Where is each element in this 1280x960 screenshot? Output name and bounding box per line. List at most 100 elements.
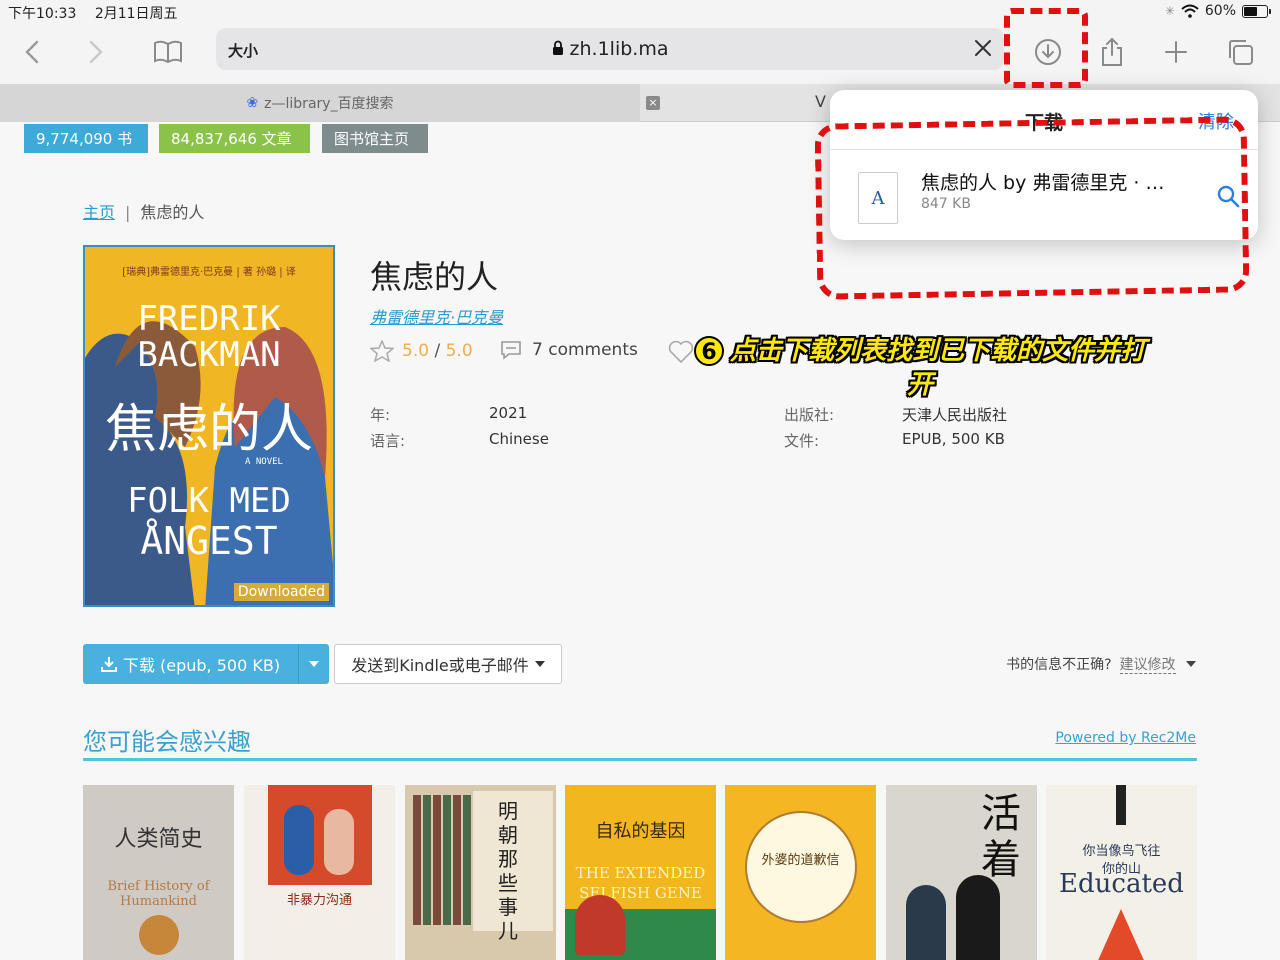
detail-file-label: 文件:: [784, 432, 820, 450]
cover-line2: BACKMAN: [137, 335, 281, 375]
rating-sep: /: [434, 341, 441, 361]
detail-year: 2021: [489, 404, 528, 422]
rec-book-4[interactable]: 自私的基因 THE EXTENDED SELFISH GENE: [565, 785, 716, 960]
book-cover[interactable]: [瑞典]弗雷德里克·巴克曼 | 著 孙璐 | 译 FREDRIK BACKMAN…: [83, 245, 335, 607]
breadcrumb-current: 焦虑的人: [140, 203, 205, 222]
star-icon[interactable]: [370, 340, 394, 362]
tutorial-annotation: 6 点击下载列表找到已下载的文件并打开: [690, 334, 1150, 402]
caret-down-icon: [309, 661, 319, 667]
caret-down-icon[interactable]: [1186, 661, 1196, 667]
lock-icon: [552, 40, 563, 55]
breadcrumb: 主页 | 焦虑的人: [83, 199, 204, 223]
new-tab-icon[interactable]: [1154, 32, 1198, 72]
rec-book-art: [1116, 785, 1126, 825]
rec-book-title: 自私的基因: [595, 821, 686, 842]
cover-top-line: [瑞典]弗雷德里克·巴克曼 | 著 孙璐 | 译: [122, 267, 296, 278]
download-icon: [100, 657, 117, 672]
stat-articles[interactable]: 84,837,646 文章: [159, 124, 310, 153]
rec-book-art: [956, 875, 1000, 960]
rec-book-title: 人类简史: [114, 827, 203, 852]
stat-books[interactable]: 9,774,090 书: [24, 124, 148, 153]
tab-close-button[interactable]: ×: [646, 96, 660, 110]
cover-line4: ÅNGEST: [140, 519, 278, 563]
rec-book-1[interactable]: 人类简史 Brief History of Humankind: [83, 785, 234, 960]
rec-book-6[interactable]: 活着: [886, 785, 1037, 960]
report-question: 书的信息不正确?: [1006, 657, 1112, 673]
rec-book-subtitle: Brief History of Humankind: [107, 879, 210, 909]
kindle-label: 发送到Kindle或电子邮件: [351, 656, 529, 675]
rec-book-art: [1096, 909, 1146, 960]
rec-book-art: [413, 795, 473, 925]
rating-max: 5.0: [445, 341, 473, 361]
comment-icon: [501, 341, 521, 360]
forward-icon[interactable]: [74, 32, 118, 72]
book-rating[interactable]: 5.0 / 5.0: [370, 340, 473, 362]
suggest-edit-link[interactable]: 建议修改: [1119, 657, 1176, 674]
detail-year-label: 年:: [370, 406, 391, 424]
detail-publisher: 天津人民出版社: [902, 406, 1008, 424]
share-icon[interactable]: [1090, 32, 1134, 72]
send-to-kindle-button[interactable]: 发送到Kindle或电子邮件: [334, 644, 562, 684]
address-bar[interactable]: 大小 zh.1lib.ma: [216, 28, 1004, 70]
back-icon[interactable]: [10, 32, 54, 72]
book-author-link[interactable]: 弗雷德里克·巴克曼: [370, 304, 503, 328]
battery-icon: [1242, 4, 1271, 18]
caret-down-icon: [534, 661, 545, 667]
breadcrumb-home-link[interactable]: 主页: [83, 203, 115, 222]
book-title: 焦虑的人: [370, 258, 499, 296]
rec-book-subtitle: Educated: [1059, 869, 1184, 899]
tab-baidu[interactable]: ❀ z—library_百度搜索 ×: [0, 84, 660, 122]
recommend-heading: 您可能会感兴趣: [83, 728, 251, 756]
rec-book-art: [324, 809, 354, 875]
loading-icon: ✳: [1164, 4, 1175, 18]
detail-lang: Chinese: [489, 430, 549, 448]
stat-library-home[interactable]: 图书馆主页: [322, 124, 428, 153]
annotation-text: 点击下载列表找到已下载的文件并打开: [729, 336, 1146, 400]
rec-book-title: 活着: [981, 791, 1021, 883]
rec-book-title: 明朝那些事儿: [498, 799, 518, 943]
rec-book-3[interactable]: 明朝那些事儿: [405, 785, 556, 960]
rec-book-2[interactable]: 非暴力沟通: [244, 785, 395, 960]
rec-book-7[interactable]: 你当像鸟飞往你的山 Educated: [1046, 785, 1197, 960]
download-label: 下载 (epub, 500 KB): [122, 656, 281, 675]
step-number: 6: [693, 336, 724, 366]
detail-lang-label: 语言:: [370, 432, 406, 450]
tab-partial[interactable]: V: [815, 92, 826, 111]
download-button[interactable]: 下载 (epub, 500 KB): [83, 644, 299, 684]
browser-toolbar: 大小 zh.1lib.ma: [0, 24, 1280, 84]
rating-value: 5.0: [402, 341, 430, 361]
rec-book-title: 非暴力沟通: [286, 893, 352, 908]
rec-book-art: [284, 805, 314, 875]
section-divider: [83, 758, 1197, 761]
report-info: 书的信息不正确? 建议修改: [1006, 654, 1196, 674]
status-time: 下午10:33: [8, 6, 77, 22]
cover-line1: FREDRIK: [137, 299, 281, 339]
comments-label: 7 comments: [532, 340, 638, 360]
highlight-download-item: [814, 116, 1250, 300]
book-comments[interactable]: 7 comments: [500, 340, 638, 360]
rec-book-art: [575, 895, 625, 955]
battery-percent: 60%: [1204, 3, 1236, 19]
rec-book-5[interactable]: 外婆的道歉信: [725, 785, 876, 960]
download-dropdown-toggle[interactable]: [299, 644, 329, 684]
baidu-paw-icon: ❀: [246, 95, 259, 111]
tabs-icon[interactable]: [1218, 32, 1262, 72]
bookmarks-icon[interactable]: [146, 32, 190, 72]
powered-by-link[interactable]: Powered by Rec2Me: [1055, 730, 1196, 746]
cover-line3: FOLK MED: [127, 481, 291, 521]
wifi-icon: [1181, 4, 1199, 18]
downloaded-badge: Downloaded: [233, 583, 329, 601]
clear-url-icon[interactable]: [972, 37, 994, 59]
tab-title: z—library_百度搜索: [264, 96, 394, 112]
rec-book-emblem: [139, 915, 179, 955]
highlight-downloads-button: [1004, 8, 1088, 88]
url-label: zh.1lib.ma: [569, 38, 669, 60]
rec-book-art: [906, 885, 946, 960]
cover-novel: A NOVEL: [245, 457, 283, 467]
detail-file: EPUB, 500 KB: [902, 430, 1005, 448]
url-text[interactable]: zh.1lib.ma: [216, 38, 1004, 60]
rec-book-title: 外婆的道歉信: [761, 853, 840, 868]
cover-cn-title: 焦虑的人: [104, 400, 313, 460]
breadcrumb-separator: |: [125, 203, 131, 222]
status-date: 2月11日周五: [94, 6, 178, 22]
